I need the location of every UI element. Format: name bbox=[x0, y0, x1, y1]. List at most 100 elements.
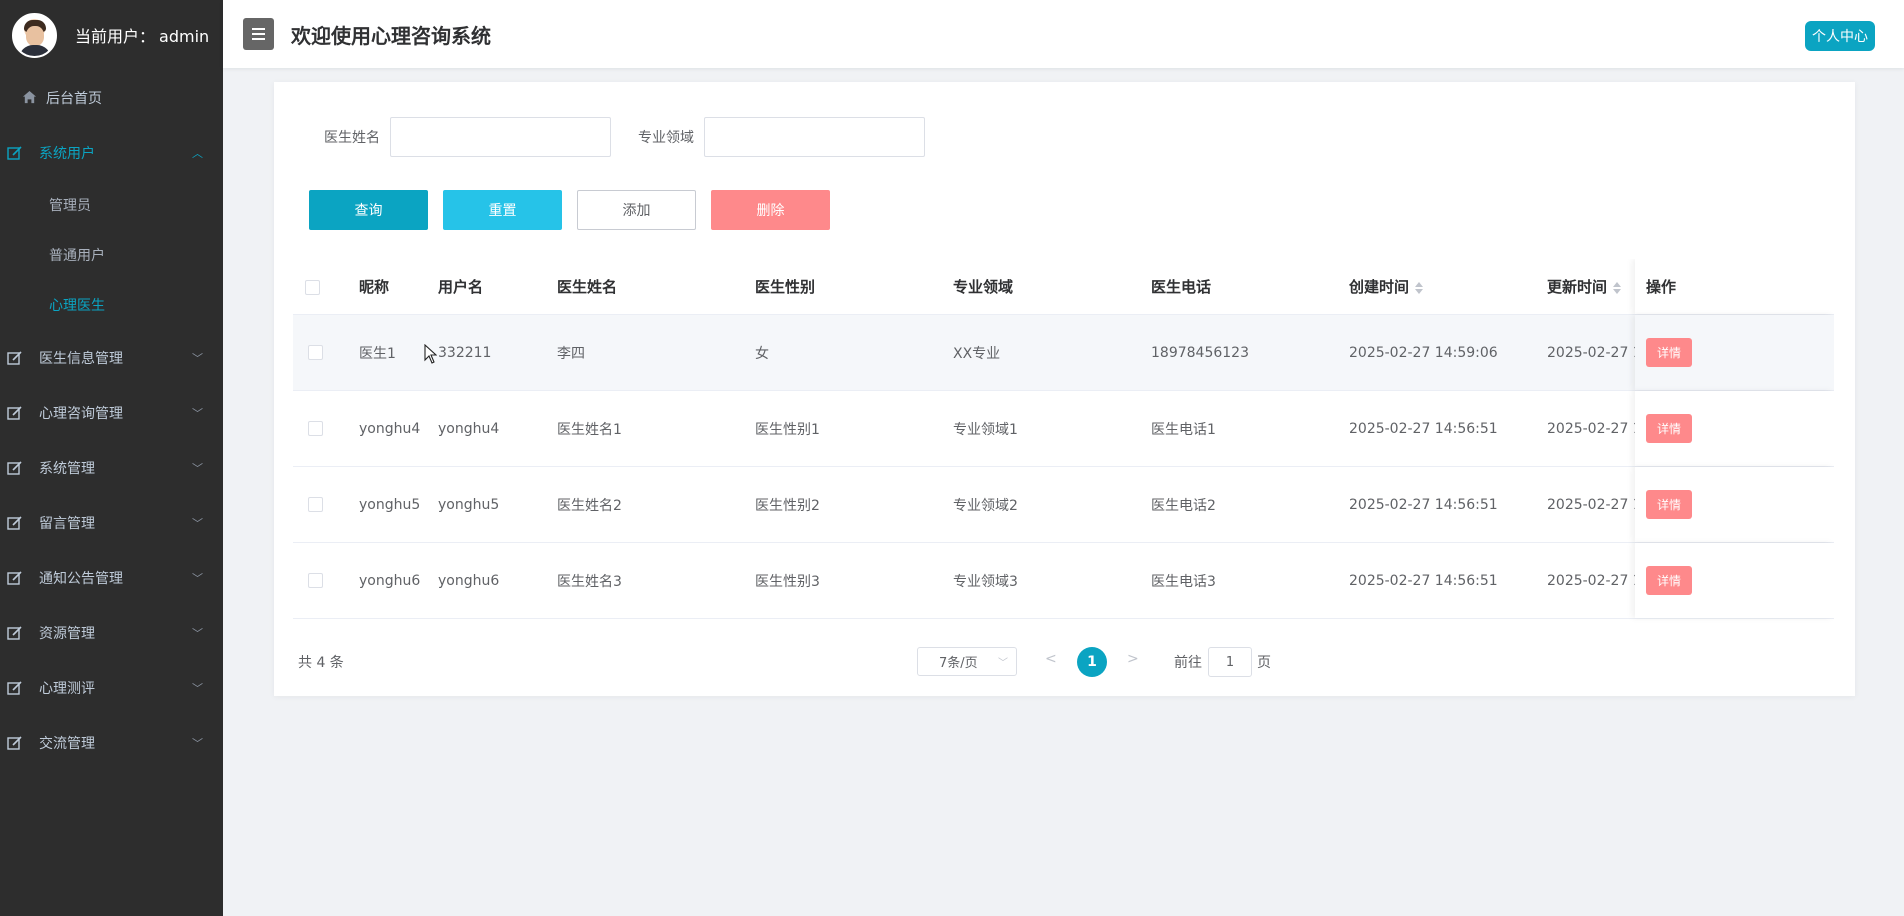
chevron-down-icon: ﹀ bbox=[192, 736, 203, 750]
page-size-value: 7条/页 bbox=[939, 656, 978, 671]
header-field: 专业领域 bbox=[953, 278, 1014, 296]
cell-phone: 18978456123 bbox=[1151, 344, 1249, 361]
field-input[interactable] bbox=[704, 117, 925, 157]
cell-username: yonghu5 bbox=[438, 496, 500, 513]
header-doctor-sex: 医生性别 bbox=[755, 278, 816, 296]
chevron-up-icon: ︿ bbox=[192, 146, 203, 160]
main-card: 医生姓名 专业领域 查询 重置 添加 删除 昵称 用户名 医生姓名 医生性别 专… bbox=[274, 82, 1855, 696]
cell-doctor-name: 医生姓名3 bbox=[557, 573, 622, 590]
sidebar-group-system-users[interactable]: 系统用户 ︿ bbox=[0, 125, 223, 180]
sidebar-item-label: 系统用户 bbox=[39, 145, 95, 162]
chevron-down-icon: ﹀ bbox=[192, 571, 203, 585]
sidebar-group-assessment[interactable]: 心理测评 ﹀ bbox=[0, 660, 223, 715]
action-buttons: 查询 重置 添加 删除 bbox=[309, 190, 845, 230]
edit-icon bbox=[6, 349, 23, 366]
row-checkbox[interactable] bbox=[308, 345, 323, 360]
cell-update-time: 2025-02-27 1 bbox=[1547, 344, 1635, 361]
current-user-name: admin bbox=[159, 27, 210, 46]
chevron-down-icon: ﹀ bbox=[192, 681, 203, 695]
header-create-time-label: 创建时间 bbox=[1349, 278, 1410, 296]
sidebar-item-label: 系统管理 bbox=[39, 460, 95, 477]
sidebar-menu: 后台首页 系统用户 ︿ 管理员 普通用户 心理医生 医生信息管理 ﹀ 心理咨询管… bbox=[0, 70, 223, 770]
detail-button[interactable]: 详情 bbox=[1646, 490, 1692, 519]
header-create-time[interactable]: 创建时间 bbox=[1349, 276, 1547, 297]
sidebar-item-normal-users[interactable]: 普通用户 bbox=[0, 230, 223, 280]
reset-button[interactable]: 重置 bbox=[443, 190, 562, 230]
goto-page: 前往 页 bbox=[1174, 647, 1271, 677]
header-username: 用户名 bbox=[438, 278, 484, 296]
sidebar-group-doctor-info[interactable]: 医生信息管理 ﹀ bbox=[0, 330, 223, 385]
cell-phone: 医生电话3 bbox=[1151, 573, 1216, 590]
doctor-table: 昵称 用户名 医生姓名 医生性别 专业领域 医生电话 创建时间 更新时间 操作 … bbox=[293, 259, 1834, 634]
header-phone: 医生电话 bbox=[1151, 278, 1212, 296]
header-update-time-label: 更新时间 bbox=[1547, 278, 1608, 296]
edit-icon bbox=[6, 404, 23, 421]
add-button[interactable]: 添加 bbox=[577, 190, 696, 230]
page-number-current[interactable]: 1 bbox=[1077, 647, 1107, 677]
menu-toggle-button[interactable] bbox=[243, 18, 274, 50]
next-page-button[interactable]: > bbox=[1127, 651, 1139, 667]
cell-update-time: 2025-02-27 1 bbox=[1547, 572, 1635, 589]
sidebar-item-label: 交流管理 bbox=[39, 735, 95, 752]
profile-button[interactable]: 个人中心 bbox=[1805, 21, 1875, 51]
table-row[interactable]: yonghu5 yonghu5 医生姓名2 医生性别2 专业领域2 医生电话2 … bbox=[293, 467, 1834, 543]
home-icon bbox=[21, 89, 38, 106]
cell-field: 专业领域2 bbox=[953, 497, 1018, 514]
sidebar-item-admin[interactable]: 管理员 bbox=[0, 180, 223, 230]
row-checkbox[interactable] bbox=[308, 573, 323, 588]
table-row[interactable]: yonghu4 yonghu4 医生姓名1 医生性别1 专业领域1 医生电话1 … bbox=[293, 391, 1834, 467]
edit-icon bbox=[6, 569, 23, 586]
header-nickname: 昵称 bbox=[359, 278, 390, 296]
chevron-down-icon: ﹀ bbox=[192, 351, 203, 365]
sidebar-group-notices[interactable]: 通知公告管理 ﹀ bbox=[0, 550, 223, 605]
sort-icon[interactable] bbox=[1415, 281, 1424, 294]
page-title: 欢迎使用心理咨询系统 bbox=[291, 23, 491, 48]
sidebar-item-label: 通知公告管理 bbox=[39, 570, 123, 587]
sort-icon[interactable] bbox=[1613, 281, 1622, 294]
header-update-time[interactable]: 更新时间 bbox=[1547, 276, 1635, 297]
edit-icon bbox=[6, 624, 23, 641]
detail-button[interactable]: 详情 bbox=[1646, 414, 1692, 443]
query-button[interactable]: 查询 bbox=[309, 190, 428, 230]
sidebar-item-label: 心理测评 bbox=[39, 680, 95, 697]
goto-page-input[interactable] bbox=[1208, 647, 1252, 677]
delete-button[interactable]: 删除 bbox=[711, 190, 830, 230]
sidebar-group-consulting[interactable]: 心理咨询管理 ﹀ bbox=[0, 385, 223, 440]
doctor-name-input[interactable] bbox=[390, 117, 611, 157]
cell-update-time: 2025-02-27 1 bbox=[1547, 496, 1635, 513]
hamburger-icon bbox=[252, 33, 265, 35]
cell-doctor-name: 李四 bbox=[557, 345, 585, 362]
header-doctor-name: 医生姓名 bbox=[557, 278, 618, 296]
detail-button[interactable]: 详情 bbox=[1646, 338, 1692, 367]
cell-create-time: 2025-02-27 14:56:51 bbox=[1349, 572, 1498, 589]
table-row[interactable]: 医生1 332211 李四 女 XX专业 18978456123 2025-02… bbox=[293, 315, 1834, 391]
row-checkbox[interactable] bbox=[308, 497, 323, 512]
sidebar-group-messages[interactable]: 留言管理 ﹀ bbox=[0, 495, 223, 550]
row-checkbox[interactable] bbox=[308, 421, 323, 436]
table-row[interactable]: yonghu6 yonghu6 医生姓名3 医生性别3 专业领域3 医生电话3 … bbox=[293, 543, 1834, 619]
sidebar-group-exchange[interactable]: 交流管理 ﹀ bbox=[0, 715, 223, 770]
select-all-checkbox[interactable] bbox=[305, 279, 320, 295]
cell-doctor-sex: 医生性别1 bbox=[755, 421, 820, 438]
detail-button[interactable]: 详情 bbox=[1646, 566, 1692, 595]
page-size-select[interactable]: 7条/页 ﹀ bbox=[917, 647, 1017, 676]
cell-doctor-sex: 医生性别2 bbox=[755, 497, 820, 514]
edit-icon bbox=[6, 734, 23, 751]
edit-icon bbox=[6, 514, 23, 531]
sidebar-item-label: 资源管理 bbox=[39, 625, 95, 642]
cell-nickname: yonghu6 bbox=[359, 572, 421, 589]
chevron-down-icon: ﹀ bbox=[192, 406, 203, 420]
sidebar-item-psych-doctor[interactable]: 心理医生 bbox=[0, 280, 223, 330]
sidebar-group-resources[interactable]: 资源管理 ﹀ bbox=[0, 605, 223, 660]
edit-icon bbox=[6, 144, 23, 161]
cell-doctor-name: 医生姓名1 bbox=[557, 421, 622, 438]
cell-doctor-sex: 医生性别3 bbox=[755, 573, 820, 590]
sidebar-item-home[interactable]: 后台首页 bbox=[0, 70, 223, 125]
doctor-name-label: 医生姓名 bbox=[324, 130, 380, 146]
prev-page-button[interactable]: < bbox=[1045, 651, 1057, 667]
top-header: 欢迎使用心理咨询系统 个人中心 bbox=[223, 0, 1904, 68]
cell-doctor-sex: 女 bbox=[755, 345, 769, 362]
sidebar-group-system-manage[interactable]: 系统管理 ﹀ bbox=[0, 440, 223, 495]
cell-doctor-name: 医生姓名2 bbox=[557, 497, 622, 514]
chevron-down-icon: ﹀ bbox=[998, 658, 1008, 669]
